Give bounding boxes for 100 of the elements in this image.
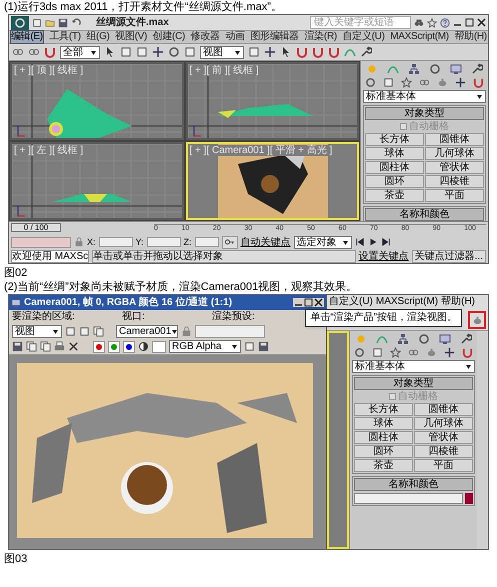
viewport[interactable] [327,331,349,549]
key-button[interactable] [222,236,238,248]
object-type-button[interactable]: 圆柱体 [365,161,424,174]
magnet-icon[interactable] [312,46,324,58]
cursor-icon[interactable] [104,46,116,58]
folder-icon[interactable] [45,18,55,28]
menu-item[interactable]: 组(G) [86,31,110,44]
save-icon[interactable] [12,341,23,352]
checkbox[interactable] [400,123,407,130]
save-icon[interactable] [258,341,269,352]
help-icon[interactable] [440,18,450,28]
coordinate-field[interactable] [98,237,133,247]
color-swatch[interactable] [152,340,166,352]
close-icon[interactable] [68,341,79,352]
object-type-button[interactable]: 圆环 [365,175,424,188]
object-type-button[interactable]: 长方体 [365,133,424,146]
menu-item[interactable]: 视图(V) [115,31,148,44]
link-icon[interactable] [408,347,419,358]
maximize-icon[interactable] [304,298,313,307]
coordinate-field[interactable] [146,237,181,247]
circle-icon[interactable] [418,333,430,345]
menu-item[interactable]: 动画 [225,31,245,44]
menu-item[interactable]: 修改器 [190,31,220,44]
maximize-icon[interactable] [465,18,474,28]
auto-key-button[interactable]: 自动关键点 [240,236,291,248]
object-type-button[interactable]: 圆环 [354,445,413,458]
copy-icon[interactable] [93,326,104,336]
square-icon[interactable] [79,326,90,336]
object-type-button[interactable]: 几何球体 [414,417,473,430]
square-icon[interactable] [248,46,260,58]
wrench-icon[interactable] [471,63,483,75]
skip-back-icon[interactable] [354,237,365,247]
alpha-icon[interactable] [138,341,149,352]
object-type-button[interactable]: 圆锥体 [425,133,484,146]
square-icon[interactable] [372,347,383,358]
preset-field[interactable] [195,324,265,338]
square-icon[interactable] [136,46,148,58]
star-icon[interactable] [401,77,412,88]
object-type-button[interactable]: 管状体 [425,161,484,174]
menu-item[interactable]: MAXScript(M) [376,296,438,307]
move-icon[interactable] [444,347,455,358]
circle-icon[interactable] [168,46,180,58]
square-icon[interactable] [32,18,42,28]
object-type-button[interactable]: 球体 [354,417,413,430]
wrench-icon[interactable] [360,46,372,58]
copy-icon[interactable] [40,341,51,352]
close-icon[interactable] [477,18,486,28]
magnet-icon[interactable] [328,46,340,58]
rollout-header[interactable]: 名称和颜色 [365,208,484,221]
object-type-button[interactable]: 球体 [365,147,424,160]
magnet-icon[interactable] [462,347,473,358]
menu-item[interactable]: 自定义(U) [329,296,373,307]
object-type-button[interactable]: 圆柱体 [354,431,413,444]
rollout-header[interactable]: 对象类型 [354,377,473,390]
circle-icon[interactable] [429,63,441,75]
move-icon[interactable] [264,46,276,58]
magnet-icon[interactable] [473,77,484,88]
rollout-header[interactable]: 名称和颜色 [354,478,473,491]
filter-dropdown[interactable]: 全部 [60,46,100,59]
area-dropdown[interactable]: 视图 [12,324,62,338]
menu-item[interactable]: 渲染(R) [304,31,337,44]
magnet-icon[interactable] [296,46,308,58]
channel-toggle[interactable] [108,340,120,352]
object-type-button[interactable]: 平面 [425,189,484,202]
copy-icon[interactable] [26,341,37,352]
star-icon[interactable] [427,18,437,28]
square-icon[interactable] [120,46,132,58]
object-type-button[interactable]: 四棱锥 [425,175,484,188]
square-icon[interactable] [65,326,76,336]
close-icon[interactable] [314,298,323,307]
circle-icon[interactable] [365,77,376,88]
binoculars-icon[interactable] [414,18,424,28]
coordinate-field[interactable] [194,237,219,247]
category-dropdown[interactable]: 标准基本体 [363,90,486,103]
color-swatch[interactable] [465,493,473,504]
move-icon[interactable] [455,77,466,88]
object-type-button[interactable]: 四棱锥 [414,445,473,458]
menu-item[interactable]: 编辑(E) [10,30,44,44]
save-icon[interactable] [58,18,68,28]
set-key-button[interactable]: 设置关键点 [358,251,409,262]
object-type-button[interactable]: 管状体 [414,431,473,444]
app-logo[interactable] [11,16,29,30]
monitor-icon[interactable] [450,63,462,75]
hierarchy-icon[interactable] [397,333,409,345]
key-filters-button[interactable]: 关键点过滤器... [412,250,486,263]
square-icon[interactable] [184,46,196,58]
menu-item[interactable]: 帮助(H) [441,296,476,307]
render-button[interactable] [468,311,486,329]
menu-item[interactable]: 自定义(U) [342,31,385,44]
channel-toggle[interactable] [123,340,135,352]
hierarchy-icon[interactable] [408,63,420,75]
name-field[interactable] [354,493,463,504]
circle-icon[interactable] [354,347,365,358]
channel-toggle[interactable] [93,340,105,352]
coordinate-dropdown[interactable]: 视图 [200,46,244,59]
square-icon[interactable] [244,341,255,352]
object-type-button[interactable]: 茶壶 [354,459,413,472]
wrench-icon[interactable] [460,333,472,345]
link-icon[interactable] [419,77,430,88]
rollout-header[interactable]: 对象类型 [365,107,484,120]
